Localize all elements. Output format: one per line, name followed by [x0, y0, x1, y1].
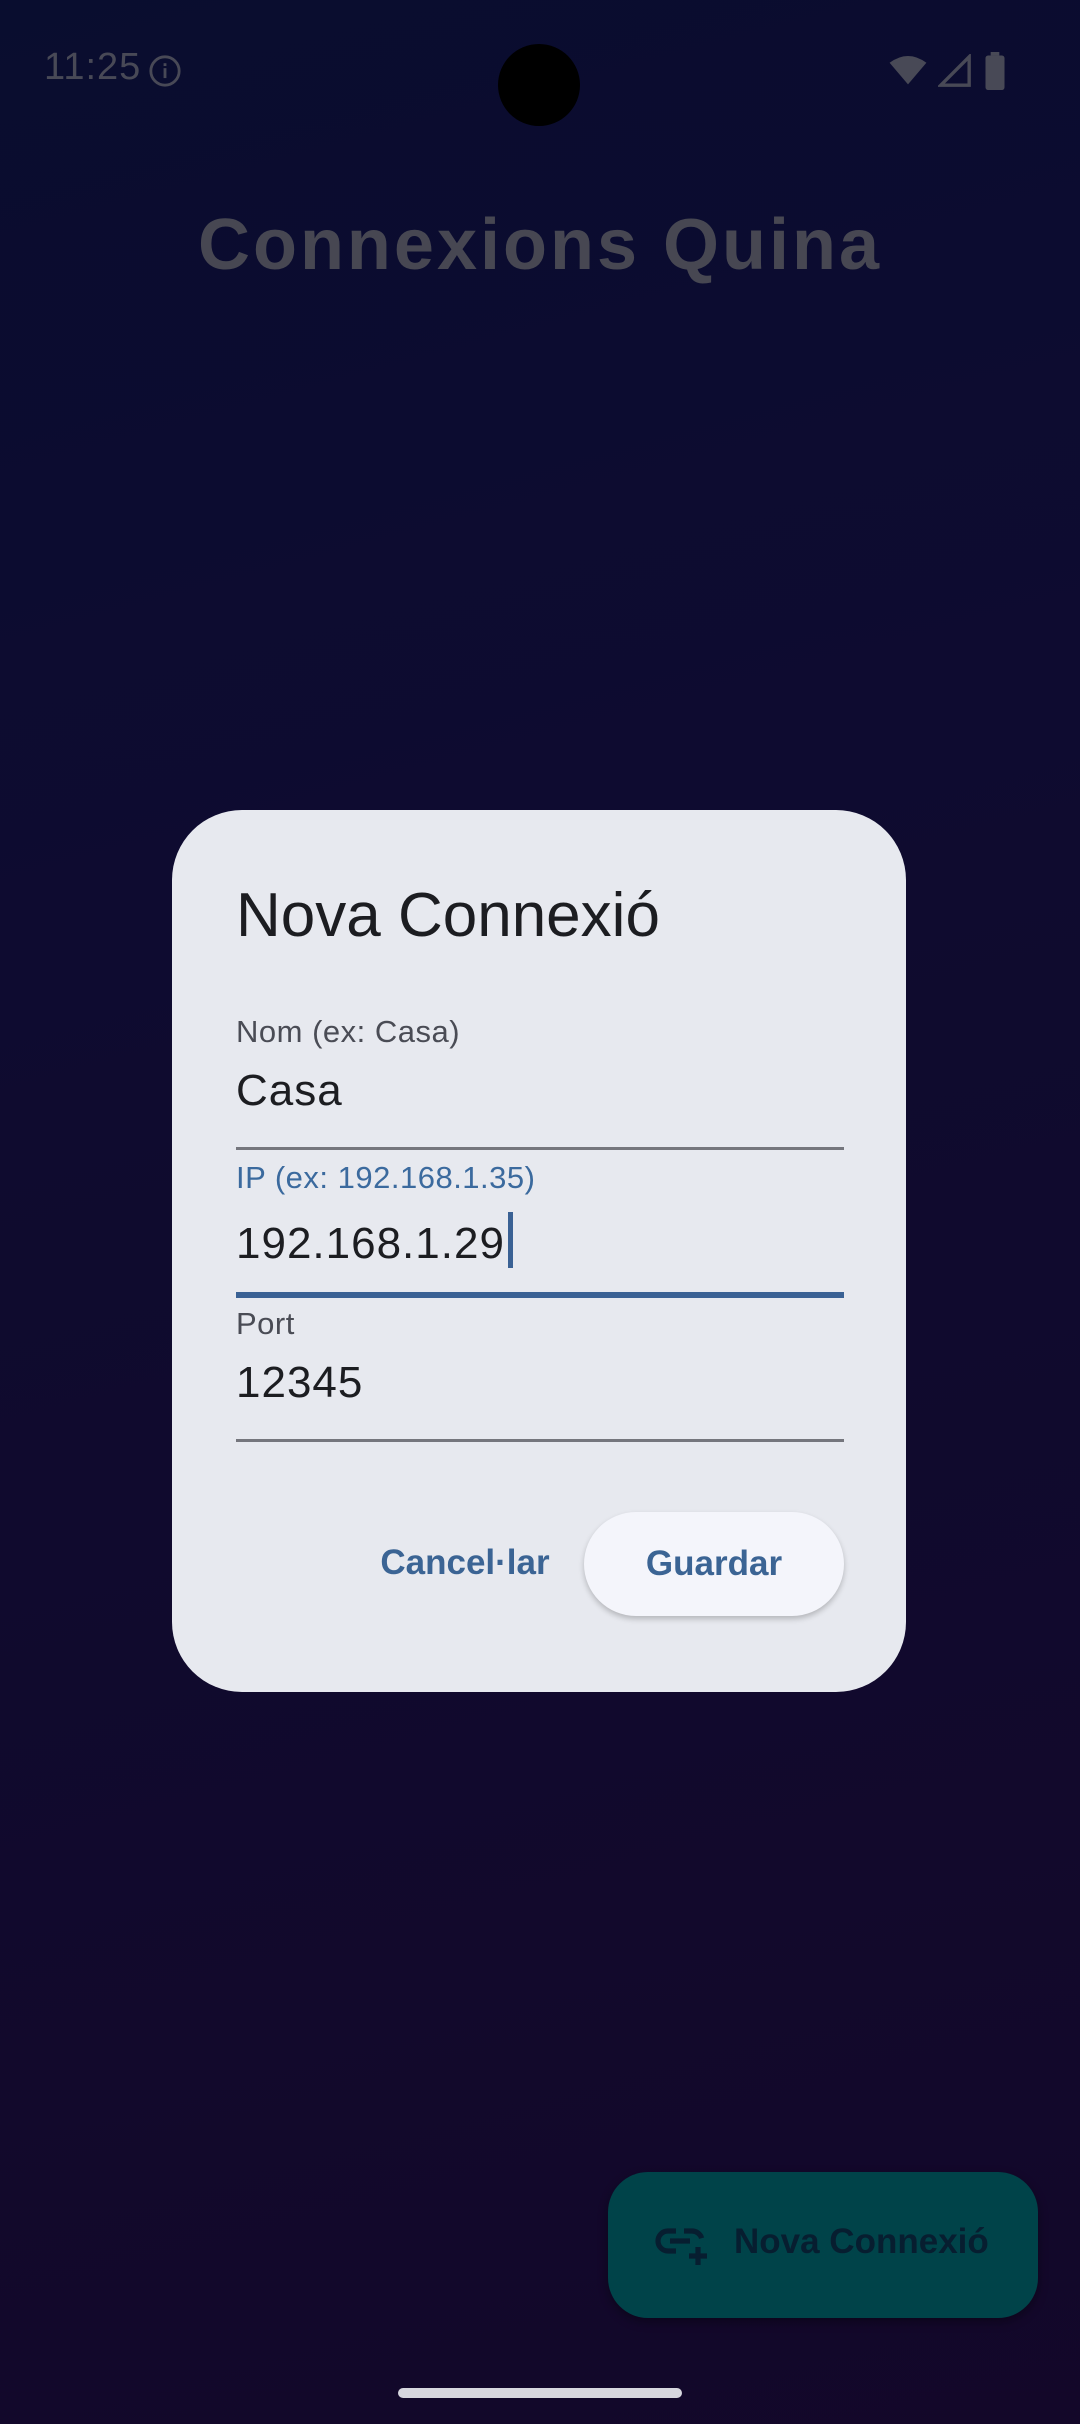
- port-field-label: Port: [236, 1306, 295, 1341]
- home-indicator[interactable]: [398, 2388, 682, 2398]
- ip-input[interactable]: 192.168.1.29: [236, 1219, 505, 1268]
- ip-input-wrap[interactable]: 192.168.1.29: [236, 1212, 513, 1269]
- save-button[interactable]: Guardar: [584, 1512, 844, 1616]
- new-connection-dialog: Nova Connexió Nom (ex: Casa) Casa IP (ex…: [172, 810, 906, 1692]
- name-field[interactable]: Nom (ex: Casa) Casa: [236, 1004, 844, 1150]
- text-cursor: [507, 1212, 513, 1268]
- ip-field-label: IP (ex: 192.168.1.35): [236, 1160, 536, 1195]
- cancel-button[interactable]: Cancel·lar: [358, 1510, 572, 1616]
- port-field-underline: [236, 1439, 844, 1442]
- port-input[interactable]: 12345: [236, 1358, 363, 1408]
- ip-field[interactable]: IP (ex: 192.168.1.35) 192.168.1.29: [236, 1150, 844, 1298]
- dialog-title: Nova Connexió: [236, 881, 660, 950]
- name-field-label: Nom (ex: Casa): [236, 1014, 461, 1049]
- name-input[interactable]: Casa: [236, 1066, 343, 1116]
- port-field[interactable]: Port 12345: [236, 1296, 844, 1442]
